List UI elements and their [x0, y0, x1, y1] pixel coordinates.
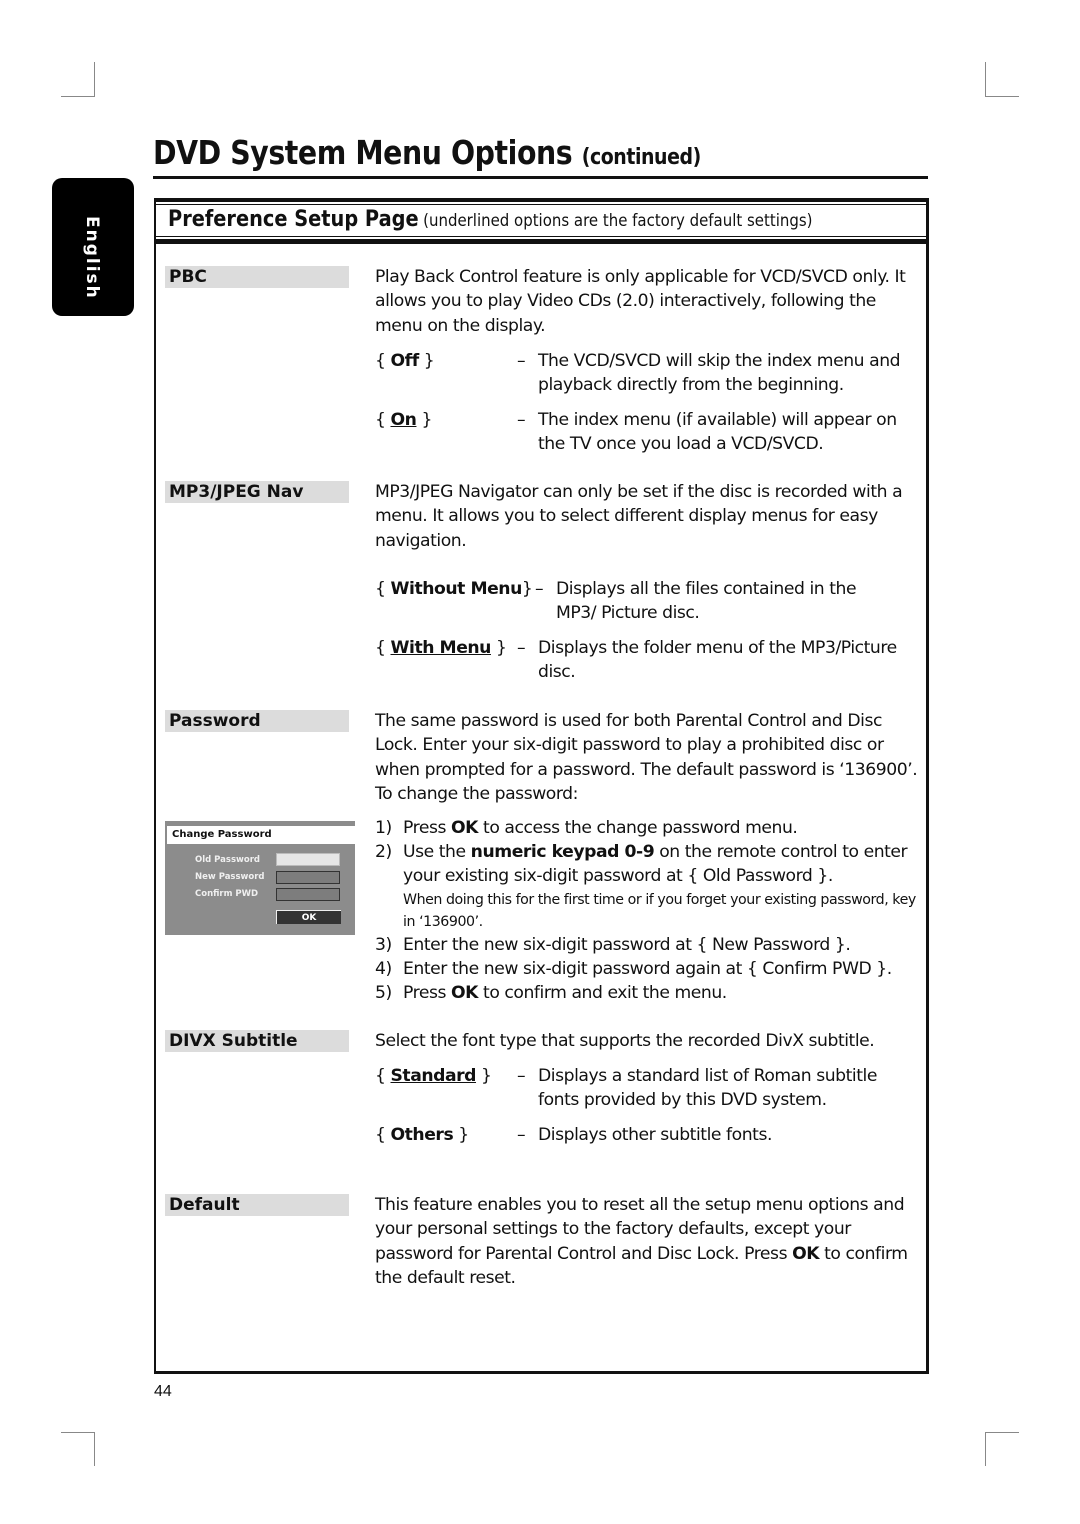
crop-mark: [985, 96, 1019, 97]
new-password-field[interactable]: [276, 871, 340, 884]
default-description: This feature enables you to reset all th…: [375, 1193, 920, 1290]
title-rule: [153, 176, 928, 179]
option-description: Displays all the files contained in the …: [556, 577, 906, 625]
header-rule: [156, 198, 926, 202]
crop-mark: [61, 96, 95, 97]
ok-button[interactable]: OK: [276, 910, 341, 924]
dash: –: [535, 579, 544, 599]
dialog-title: Change Password: [167, 826, 355, 844]
setting-label-divx-subtitle: DIVX Subtitle: [165, 1030, 349, 1052]
step-item: 3) Enter the new six-digit password at {…: [375, 933, 920, 957]
dash: –: [517, 1066, 526, 1086]
step-text: Press: [403, 818, 451, 838]
page-title: DVD System Menu Options (continued): [153, 133, 701, 172]
option-pbc-off: { Off }: [375, 351, 435, 371]
field-label-new-password: New Password: [195, 872, 265, 882]
option-name-default: On: [390, 410, 417, 430]
option-pbc-on: { On }: [375, 410, 432, 430]
confirm-pwd-field[interactable]: [276, 888, 340, 901]
step-bold: OK: [451, 818, 479, 838]
step-number: 3): [375, 934, 392, 955]
step-text: Use the: [403, 842, 471, 863]
step-item: 2) Use the numeric keypad 0-9 on the rem…: [375, 840, 920, 932]
page-number: 44: [154, 1383, 172, 1400]
option-without-menu: { Without Menu}: [375, 579, 533, 599]
crop-mark: [985, 1432, 986, 1466]
option-description: Displays a standard list of Roman subtit…: [538, 1066, 877, 1110]
crop-mark: [94, 1432, 95, 1466]
option-name: Others: [390, 1125, 454, 1145]
crop-mark: [985, 1432, 1019, 1433]
step-text: Press: [403, 983, 451, 1004]
crop-mark: [94, 62, 95, 96]
option-standard: { Standard }: [375, 1066, 492, 1086]
option-description: The VCD/SVCD will skip the index menu an…: [538, 351, 901, 395]
step-number: 1): [375, 818, 392, 838]
section-header: Preference Setup Page (underlined option…: [168, 207, 812, 232]
step-item: 4) Enter the new six-digit password agai…: [375, 957, 920, 981]
pbc-description: Play Back Control feature is only applic…: [375, 267, 906, 336]
dash: –: [517, 351, 526, 371]
step-text: to confirm and exit the menu.: [478, 983, 727, 1004]
crop-mark: [61, 1432, 95, 1433]
step-bold: numeric keypad 0-9: [470, 842, 655, 863]
header-rule: [156, 239, 926, 244]
dash: –: [517, 410, 526, 430]
mp3nav-description: MP3/JPEG Navigator can only be set if th…: [375, 482, 903, 551]
dash: –: [517, 638, 526, 658]
password-steps: 1) Press OK to access the change passwor…: [375, 816, 920, 1005]
option-name: Off: [390, 351, 420, 371]
section-subtitle: (underlined options are the factory defa…: [423, 211, 813, 231]
step-text: to access the change password menu.: [478, 818, 798, 838]
field-label-confirm-pwd: Confirm PWD: [195, 889, 259, 899]
section-title: Preference Setup Page: [168, 207, 419, 232]
step-number: 5): [375, 983, 392, 1004]
step-number: 4): [375, 958, 392, 979]
option-description-text: Displays all the files contained in the …: [556, 579, 857, 623]
option-description: Displays other subtitle fonts.: [538, 1125, 772, 1145]
divx-description: Select the font type that supports the r…: [375, 1031, 875, 1051]
setting-label-password: Password: [165, 710, 349, 732]
option-name-default: Standard: [390, 1066, 477, 1086]
step-item: 1) Press OK to access the change passwor…: [375, 816, 920, 840]
option-others: { Others }: [375, 1125, 469, 1145]
setting-label-default: Default: [165, 1194, 349, 1216]
option-with-menu: { With Menu }: [375, 638, 507, 658]
header-rule: [156, 204, 926, 205]
step-text: Enter the new six-digit password at { Ne…: [403, 934, 851, 955]
default-bold: OK: [792, 1243, 820, 1264]
step-note: When doing this for the first time or if…: [403, 891, 916, 930]
crop-mark: [985, 62, 986, 96]
language-tab-label: English: [82, 216, 102, 300]
step-bold: OK: [451, 983, 479, 1004]
page-title-suffix: (continued): [581, 145, 702, 170]
dash: –: [517, 1125, 526, 1145]
option-name-default: With Menu: [390, 638, 492, 658]
setting-label-mp3-jpeg-nav: MP3/JPEG Nav: [165, 481, 349, 503]
old-password-field[interactable]: [276, 853, 340, 866]
header-rule: [156, 236, 926, 237]
page-title-text: DVD System Menu Options: [153, 133, 573, 172]
setting-label-pbc: PBC: [165, 266, 349, 288]
language-tab: English: [52, 178, 134, 316]
field-label-old-password: Old Password: [195, 855, 261, 865]
password-description: The same password is used for both Paren…: [375, 711, 918, 804]
option-description: The index menu (if available) will appea…: [538, 410, 897, 454]
step-item: 5) Press OK to confirm and exit the menu…: [375, 981, 920, 1005]
option-name: Without Menu: [390, 579, 523, 599]
step-text: Enter the new six-digit password again a…: [403, 958, 892, 979]
step-number: 2): [375, 842, 392, 863]
option-description: Displays the folder menu of the MP3/Pict…: [538, 638, 897, 682]
